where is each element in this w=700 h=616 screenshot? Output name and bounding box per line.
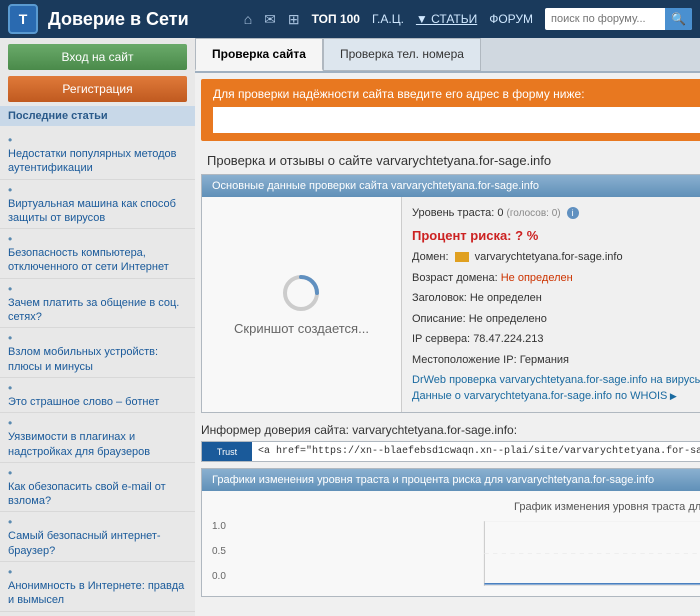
articles-section-title: Последние статьи (0, 106, 195, 126)
search-button[interactable]: 🔍 (665, 8, 692, 30)
graph-y-label-bot: 0.0 (212, 571, 242, 582)
logo-icon: Т (8, 4, 38, 34)
graph-svg (242, 521, 700, 586)
tabs-row: Проверка сайта Проверка тел. номера (195, 38, 700, 73)
graph-chart-title: График изменения уровня траста для varva… (212, 501, 700, 513)
details-col: Уровень траста: 0 (голосов: 0) i Процент… (402, 197, 700, 412)
search-box: 🔍 (545, 8, 692, 30)
trust-votes: (голосов: 0) (507, 208, 561, 219)
results-header: Основные данные проверки сайта varvarych… (202, 175, 700, 197)
results-title: Проверка и отзывы о сайте varvarychtetya… (195, 147, 700, 174)
screenshot-col: Скриншот создается... (202, 197, 402, 412)
article-link[interactable]: Самый безопасный интернет-браузер? (8, 529, 187, 558)
domain-label: Домен: (412, 251, 449, 263)
nav-forum[interactable]: ФОРУМ (489, 12, 533, 26)
sidebar: Вход на сайт Регистрация Последние стать… (0, 38, 195, 616)
logo-text: Доверие в Сети (48, 9, 234, 30)
title-value: Не определен (470, 292, 542, 304)
article-link[interactable]: Недостатки популярных методов аутентифик… (8, 147, 187, 176)
check-form-area: Для проверки надёжности сайта введите ег… (201, 79, 700, 141)
article-link[interactable]: Зачем платить за общение в соц. сетях? (8, 296, 187, 325)
title-label: Заголовок: (412, 292, 467, 304)
login-button[interactable]: Вход на сайт (8, 44, 187, 70)
age-value: Не определен (501, 272, 573, 284)
location-label: Местоположение IP: (412, 354, 517, 366)
whois-link[interactable]: Данные о varvarychtetyana.for-sage.info … (412, 388, 700, 404)
screenshot-label: Скриншот создается... (234, 321, 369, 336)
list-item: Самый безопасный интернет-браузер? (0, 512, 195, 562)
list-item: Зачем платить за общение в соц. сетях? (0, 279, 195, 329)
percent-label: Процент риска: (412, 228, 512, 243)
home-icon[interactable]: ⌂ (244, 11, 252, 27)
article-link[interactable]: Безопасность компьютера, отключенного от… (8, 246, 187, 275)
graph-area: График изменения уровня траста для varva… (202, 491, 700, 596)
article-link[interactable]: Уязвимости в плагинах и надстройках для … (8, 430, 187, 459)
list-item: Анонимность в Интернете: правда и вымысе… (0, 562, 195, 612)
trust-value: 0 (497, 207, 503, 219)
nav-articles[interactable]: ▼ СТАТЬИ (416, 12, 477, 26)
info-icon[interactable]: i (567, 207, 579, 219)
list-item: Недостатки популярных методов аутентифик… (0, 130, 195, 180)
article-link[interactable]: Это страшное слово – ботнет (8, 395, 187, 409)
description-value: Не определено (469, 313, 547, 325)
check-form-label: Для проверки надёжности сайта введите ег… (213, 87, 700, 101)
list-item: Безопасность компьютера, отключенного от… (0, 229, 195, 279)
article-link[interactable]: Виртуальная машина как способ защиты от … (8, 197, 187, 226)
informer-logo: Trust (202, 442, 252, 461)
informer-title: Информер доверия сайта: varvarychtetyana… (201, 419, 700, 441)
graph-y-label-mid: 0.5 (212, 546, 242, 557)
list-item: Это страшное слово – ботнет (0, 378, 195, 413)
list-item: Как обезопасить свой e-mail от взлома? (0, 463, 195, 513)
list-item: Виртуальная машина как способ защиты от … (0, 180, 195, 230)
loading-spinner-icon (281, 273, 321, 313)
graph-y-label-top: 1.0 (212, 521, 242, 532)
domain-icon (455, 252, 469, 262)
article-link[interactable]: Как обезопасить свой e-mail от взлома? (8, 480, 187, 509)
list-item: Взлом мобильных устройств: плюсы и минус… (0, 328, 195, 378)
informer-section: Информер доверия сайта: varvarychtetyana… (201, 419, 700, 462)
trust-label: Уровень траста: (412, 207, 494, 219)
header: Т Доверие в Сети ⌂ ✉ ⊞ ТОП 100 Г.А.Ц. ▼ … (0, 0, 700, 38)
search-input[interactable] (545, 13, 665, 25)
ip-value: 78.47.224.213 (473, 333, 543, 345)
articles-list: Недостатки популярных методов аутентифик… (0, 126, 195, 616)
article-link[interactable]: Анонимность в Интернете: правда и вымысе… (8, 579, 187, 608)
percent-value: ? % (515, 228, 538, 243)
ip-label: IP сервера: (412, 333, 470, 345)
graph-header: Графики изменения уровня траста и процен… (202, 469, 700, 491)
informer-box: Trust <a href="https://xn--blaefebsd1cwa… (201, 441, 700, 462)
domain-value: varvarychtetyana.for-sage.info (475, 251, 623, 263)
main-content: Проверка сайта Проверка тел. номера Для … (195, 38, 700, 616)
grid-icon[interactable]: ⊞ (288, 11, 300, 28)
tab-check-site[interactable]: Проверка сайта (195, 38, 323, 71)
nav-links: ⌂ ✉ ⊞ ТОП 100 Г.А.Ц. ▼ СТАТЬИ ФОРУМ 🔍 (244, 8, 692, 30)
register-button[interactable]: Регистрация (8, 76, 187, 102)
tab-check-phone[interactable]: Проверка тел. номера (323, 38, 481, 71)
drweb-link[interactable]: DrWeb проверка varvarychtetyana.for-sage… (412, 372, 700, 388)
list-item: Уязвимости в плагинах и надстройках для … (0, 413, 195, 463)
description-label: Описание: (412, 313, 466, 325)
age-label: Возраст домена: (412, 272, 498, 284)
nav-faq[interactable]: Г.А.Ц. (372, 12, 404, 26)
location-value: Германия (520, 354, 569, 366)
mail-icon[interactable]: ✉ (264, 11, 276, 28)
nav-top100[interactable]: ТОП 100 (312, 12, 360, 26)
url-input[interactable] (213, 107, 700, 133)
article-link[interactable]: Взлом мобильных устройств: плюсы и минус… (8, 345, 187, 374)
informer-code[interactable]: <a href="https://xn--blaefebsd1cwaqn.xn-… (252, 442, 700, 461)
results-box: Основные данные проверки сайта varvarych… (201, 174, 700, 413)
